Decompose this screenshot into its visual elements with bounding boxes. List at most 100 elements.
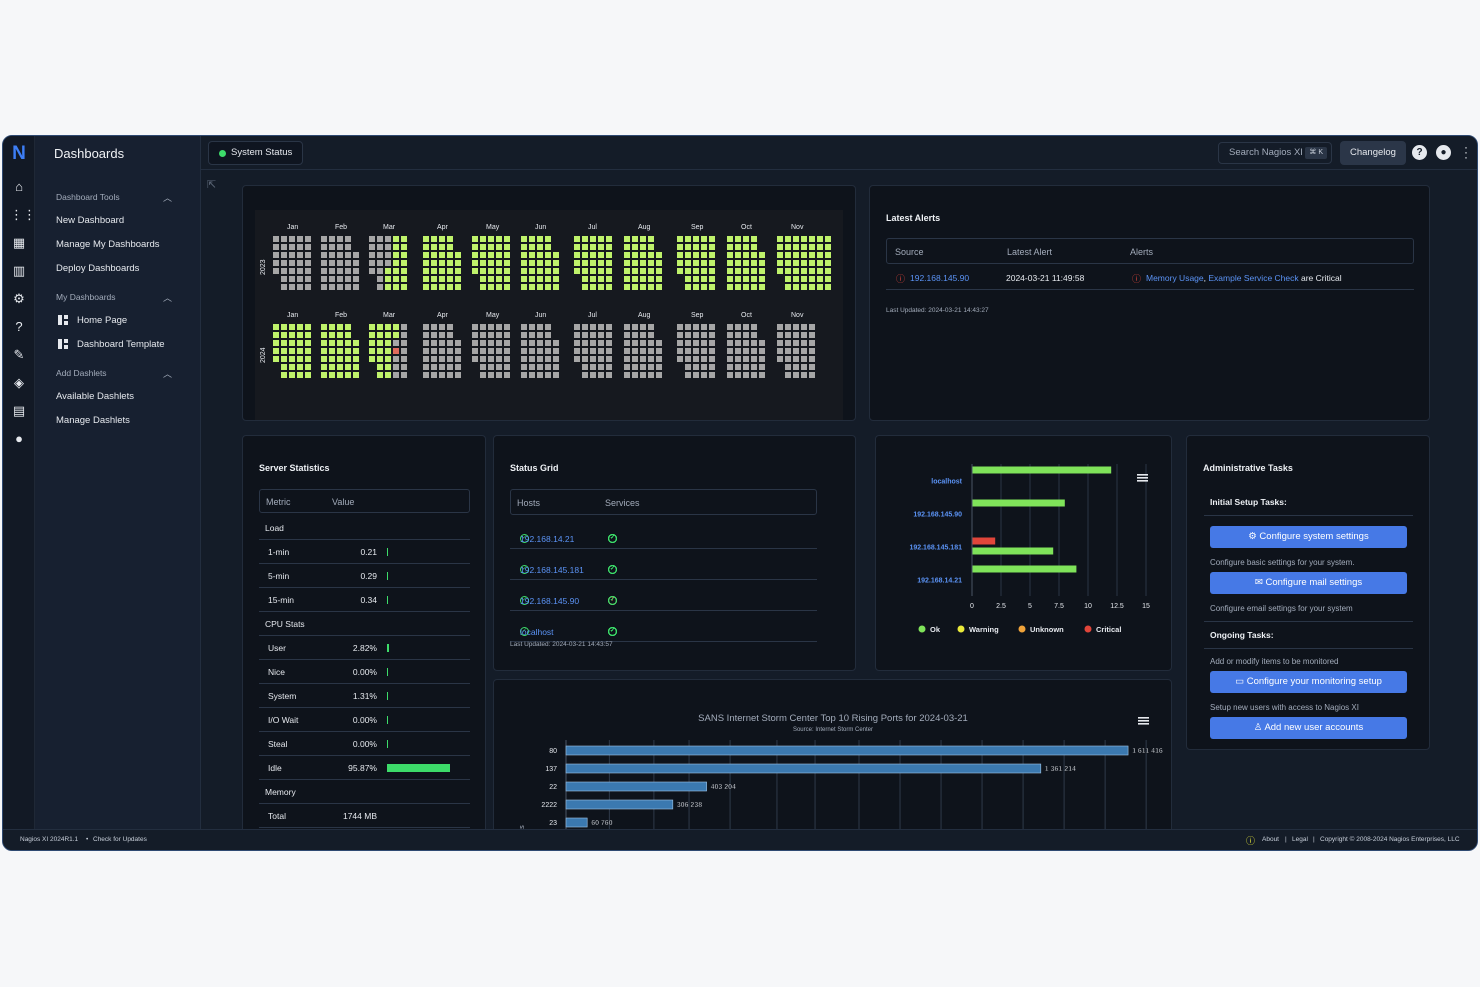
legend-label[interactable]: Critical xyxy=(1096,625,1121,634)
heatmap-day-cell[interactable] xyxy=(648,324,654,330)
heatmap-day-cell[interactable] xyxy=(743,372,749,378)
heatmap-day-cell[interactable] xyxy=(606,260,612,266)
heatmap-day-cell[interactable] xyxy=(785,340,791,346)
heatmap-day-cell[interactable] xyxy=(521,332,527,338)
heatmap-day-cell[interactable] xyxy=(735,340,741,346)
heatmap-day-cell[interactable] xyxy=(431,332,437,338)
heatmap-day-cell[interactable] xyxy=(709,244,715,250)
heatmap-day-cell[interactable] xyxy=(393,324,399,330)
heatmap-day-cell[interactable] xyxy=(488,236,494,242)
heatmap-day-cell[interactable] xyxy=(472,348,478,354)
heatmap-day-cell[interactable] xyxy=(632,356,638,362)
heatmap-day-cell[interactable] xyxy=(793,268,799,274)
heatmap-day-cell[interactable] xyxy=(537,356,543,362)
heatmap-day-cell[interactable] xyxy=(353,340,359,346)
heatmap-day-cell[interactable] xyxy=(377,372,383,378)
heatmap-day-cell[interactable] xyxy=(305,324,311,330)
heatmap-day-cell[interactable] xyxy=(709,340,715,346)
heatmap-day-cell[interactable] xyxy=(590,364,596,370)
heatmap-day-cell[interactable] xyxy=(369,324,375,330)
heatmap-day-cell[interactable] xyxy=(297,364,303,370)
heatmap-day-cell[interactable] xyxy=(529,324,535,330)
heatmap-day-cell[interactable] xyxy=(759,276,765,282)
heatmap-day-cell[interactable] xyxy=(817,284,823,290)
heatmap-day-cell[interactable] xyxy=(439,252,445,258)
heatmap-day-cell[interactable] xyxy=(727,340,733,346)
heatmap-day-cell[interactable] xyxy=(553,268,559,274)
heatmap-day-cell[interactable] xyxy=(281,244,287,250)
heatmap-day-cell[interactable] xyxy=(743,252,749,258)
heatmap-day-cell[interactable] xyxy=(582,268,588,274)
heatmap-day-cell[interactable] xyxy=(624,356,630,362)
heatmap-day-cell[interactable] xyxy=(393,244,399,250)
heatmap-day-cell[interactable] xyxy=(648,244,654,250)
heatmap-day-cell[interactable] xyxy=(423,252,429,258)
heatmap-day-cell[interactable] xyxy=(685,260,691,266)
heatmap-day-cell[interactable] xyxy=(369,252,375,258)
heatmap-day-cell[interactable] xyxy=(590,244,596,250)
heatmap-day-cell[interactable] xyxy=(401,276,407,282)
heatmap-day-cell[interactable] xyxy=(777,324,783,330)
grid-icon[interactable]: ⋮⋮⋮ xyxy=(10,206,49,224)
heatmap-day-cell[interactable] xyxy=(743,236,749,242)
heatmap-day-cell[interactable] xyxy=(751,244,757,250)
heatmap-day-cell[interactable] xyxy=(297,348,303,354)
heatmap-day-cell[interactable] xyxy=(431,284,437,290)
heatmap-day-cell[interactable] xyxy=(401,324,407,330)
heatmap-day-cell[interactable] xyxy=(701,236,707,242)
heatmap-day-cell[interactable] xyxy=(785,260,791,266)
heatmap-day-cell[interactable] xyxy=(817,268,823,274)
heatmap-day-cell[interactable] xyxy=(825,236,831,242)
heatmap-day-cell[interactable] xyxy=(377,348,383,354)
heatmap-day-cell[interactable] xyxy=(677,356,683,362)
heatmap-day-cell[interactable] xyxy=(809,260,815,266)
configure-mail-settings-button[interactable]: ✉ Configure mail settings xyxy=(1210,572,1407,594)
heatmap-day-cell[interactable] xyxy=(574,268,580,274)
heatmap-day-cell[interactable] xyxy=(545,324,551,330)
heatmap-day-cell[interactable] xyxy=(337,340,343,346)
heatmap-day-cell[interactable] xyxy=(809,276,815,282)
heatmap-day-cell[interactable] xyxy=(377,284,383,290)
heatmap-day-cell[interactable] xyxy=(624,268,630,274)
heatmap-day-cell[interactable] xyxy=(401,372,407,378)
legend-marker[interactable] xyxy=(957,625,965,633)
heatmap-day-cell[interactable] xyxy=(656,284,662,290)
heatmap-day-cell[interactable] xyxy=(353,276,359,282)
heatmap-day-cell[interactable] xyxy=(735,364,741,370)
heatmap-day-cell[interactable] xyxy=(537,348,543,354)
heatmap-day-cell[interactable] xyxy=(685,244,691,250)
heatmap-day-cell[interactable] xyxy=(606,348,612,354)
heatmap-day-cell[interactable] xyxy=(455,372,461,378)
heatmap-day-cell[interactable] xyxy=(369,340,375,346)
heatmap-day-cell[interactable] xyxy=(809,348,815,354)
port-bar[interactable] xyxy=(565,763,1042,774)
heatmap-day-cell[interactable] xyxy=(574,348,580,354)
heatmap-day-cell[interactable] xyxy=(701,268,707,274)
heatmap-day-cell[interactable] xyxy=(305,252,311,258)
heatmap-day-cell[interactable] xyxy=(545,340,551,346)
heatmap-day-cell[interactable] xyxy=(632,324,638,330)
heatmap-day-cell[interactable] xyxy=(582,364,588,370)
heatmap-day-cell[interactable] xyxy=(401,260,407,266)
heatmap-day-cell[interactable] xyxy=(345,332,351,338)
heatmap-day-cell[interactable] xyxy=(480,244,486,250)
heatmap-day-cell[interactable] xyxy=(521,340,527,346)
heatmap-day-cell[interactable] xyxy=(693,372,699,378)
heatmap-day-cell[interactable] xyxy=(632,332,638,338)
heatmap-day-cell[interactable] xyxy=(289,236,295,242)
legend-label[interactable]: Warning xyxy=(969,625,999,634)
heatmap-day-cell[interactable] xyxy=(480,260,486,266)
heatmap-day-cell[interactable] xyxy=(632,372,638,378)
heatmap-day-cell[interactable] xyxy=(677,244,683,250)
heatmap-day-cell[interactable] xyxy=(353,364,359,370)
heatmap-day-cell[interactable] xyxy=(455,364,461,370)
heatmap-day-cell[interactable] xyxy=(329,348,335,354)
heatmap-day-cell[interactable] xyxy=(693,260,699,266)
heatmap-day-cell[interactable] xyxy=(701,348,707,354)
heatmap-day-cell[interactable] xyxy=(777,268,783,274)
heatmap-day-cell[interactable] xyxy=(401,364,407,370)
heatmap-day-cell[interactable] xyxy=(640,252,646,258)
heatmap-day-cell[interactable] xyxy=(401,244,407,250)
heatmap-day-cell[interactable] xyxy=(709,268,715,274)
heatmap-day-cell[interactable] xyxy=(777,340,783,346)
